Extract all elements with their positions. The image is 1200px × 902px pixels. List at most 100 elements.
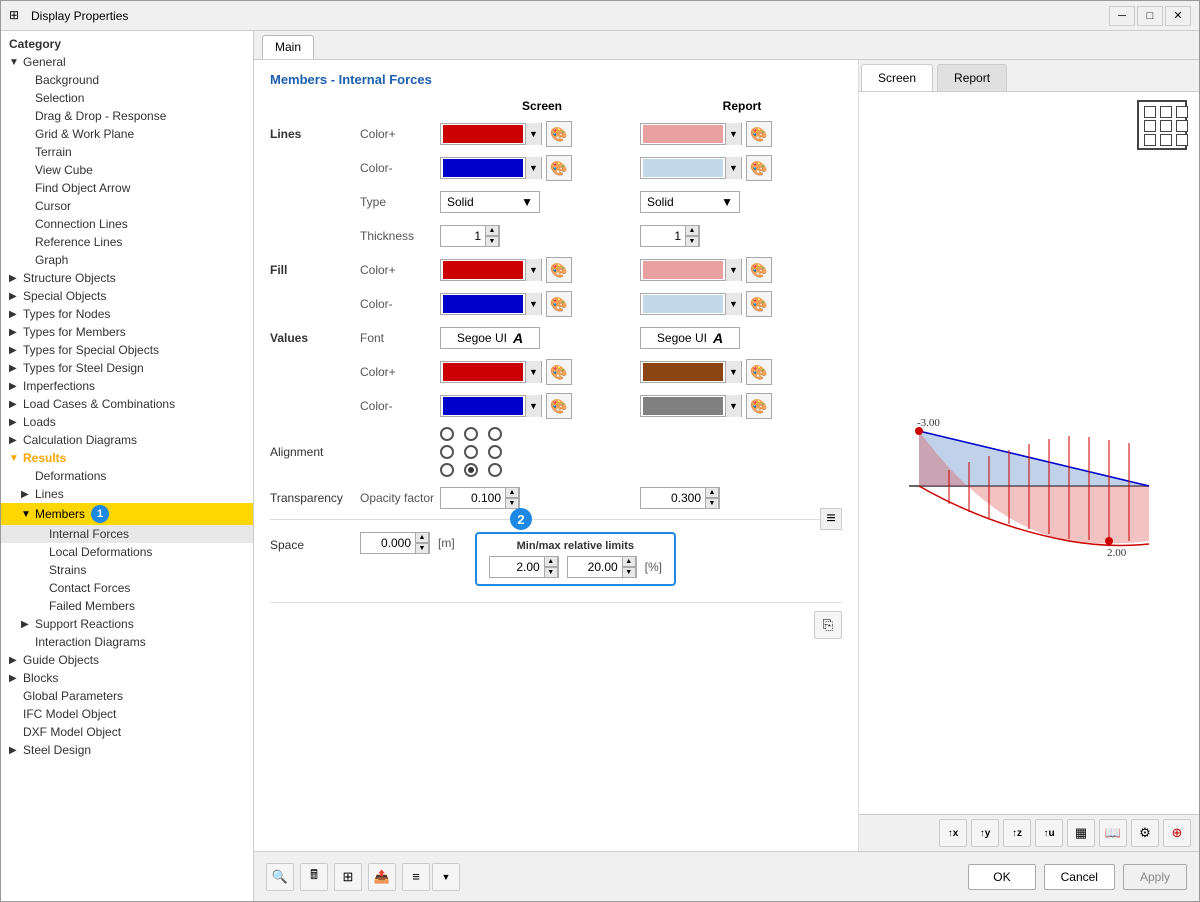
tree-item-failed-members[interactable]: Failed Members <box>1 597 253 615</box>
thickness-screen-input[interactable]: 1 ▲ ▼ <box>440 225 500 247</box>
fill-color-plus-report-picker[interactable]: 🎨 <box>746 257 772 283</box>
lines-color-minus-screen-picker[interactable]: 🎨 <box>546 155 572 181</box>
font-screen-button[interactable]: Segoe UI A <box>440 327 540 349</box>
minimize-button[interactable]: ─ <box>1109 6 1135 26</box>
max-input[interactable]: 20.00 ▲ ▼ <box>567 556 637 578</box>
tree-item-steel-design[interactable]: ▶Steel Design <box>1 741 253 759</box>
dropdown-arrow[interactable]: ▼ <box>725 259 741 281</box>
tree-item-internal-forces[interactable]: Internal Forces <box>1 525 253 543</box>
ok-button[interactable]: OK <box>968 864 1035 890</box>
dropdown-arrow[interactable]: ▼ <box>525 293 541 315</box>
opacity-report-input[interactable]: 0.300 ▲ ▼ <box>640 487 720 509</box>
maximize-button[interactable]: □ <box>1137 6 1163 26</box>
fill-color-minus-report-dropdown[interactable]: ▼ <box>640 293 742 315</box>
values-color-minus-screen-picker[interactable]: 🎨 <box>546 393 572 419</box>
values-color-plus-report-picker[interactable]: 🎨 <box>746 359 772 385</box>
tree-item-selection[interactable]: Selection <box>1 89 253 107</box>
axis-u-button[interactable]: ↑u <box>1035 819 1063 847</box>
lines-color-minus-report-dropdown[interactable]: ▼ <box>640 157 742 179</box>
tree-item-loads[interactable]: ▶Loads <box>1 413 253 431</box>
lines-color-plus-screen-dropdown[interactable]: ▼ <box>440 123 542 145</box>
tree-item-types-special[interactable]: ▶Types for Special Objects <box>1 341 253 359</box>
dropdown-arrow[interactable]: ▼ <box>725 395 741 417</box>
tree-item-global-parameters[interactable]: Global Parameters <box>1 687 253 705</box>
axis-z-button[interactable]: ↑z <box>1003 819 1031 847</box>
tree-item-cursor[interactable]: Cursor <box>1 197 253 215</box>
spin-up[interactable]: ▲ <box>705 487 719 498</box>
dropdown-arrow[interactable]: ▼ <box>725 361 741 383</box>
align-bottom-left[interactable] <box>440 463 454 477</box>
lines-type-screen-dropdown[interactable]: Solid ▼ <box>440 191 540 213</box>
values-color-plus-screen-picker[interactable]: 🎨 <box>546 359 572 385</box>
lines-color-plus-report-picker[interactable]: 🎨 <box>746 121 772 147</box>
spin-up[interactable]: ▲ <box>485 225 499 236</box>
dropdown-arrow[interactable]: ▼ <box>525 123 541 145</box>
spin-down[interactable]: ▼ <box>544 567 558 578</box>
tree-item-local-deformations[interactable]: Local Deformations <box>1 543 253 561</box>
spin-up[interactable]: ▲ <box>505 487 519 498</box>
help-button[interactable]: ⊕ <box>1163 819 1191 847</box>
copy-button[interactable]: ⎘ <box>814 611 842 639</box>
preview-tab-screen[interactable]: Screen <box>861 64 933 91</box>
settings-button[interactable]: ⚙ <box>1131 819 1159 847</box>
tree-item-graph[interactable]: Graph <box>1 251 253 269</box>
lines-color-minus-report-picker[interactable]: 🎨 <box>746 155 772 181</box>
search-button[interactable]: 🔍 <box>266 863 294 891</box>
tree-item-strains[interactable]: Strains <box>1 561 253 579</box>
align-bottom-center[interactable] <box>464 463 478 477</box>
fill-color-plus-report-dropdown[interactable]: ▼ <box>640 259 742 281</box>
tree-item-grid[interactable]: Grid & Work Plane <box>1 125 253 143</box>
render-button[interactable]: ▦ <box>1067 819 1095 847</box>
tree-item-general[interactable]: ▼General <box>1 53 253 71</box>
tree-item-view-cube[interactable]: View Cube <box>1 161 253 179</box>
tree-item-types-nodes[interactable]: ▶Types for Nodes <box>1 305 253 323</box>
table-button[interactable]: ⊞ <box>334 863 362 891</box>
fill-color-minus-screen-picker[interactable]: 🎨 <box>546 291 572 317</box>
cancel-button[interactable]: Cancel <box>1044 864 1115 890</box>
spin-down[interactable]: ▼ <box>685 236 699 247</box>
axis-x-button[interactable]: ↑x <box>939 819 967 847</box>
tree-item-interaction-diagrams[interactable]: Interaction Diagrams <box>1 633 253 651</box>
tree-item-drag-drop[interactable]: Drag & Drop - Response <box>1 107 253 125</box>
tree-item-terrain[interactable]: Terrain <box>1 143 253 161</box>
opacity-screen-input[interactable]: 0.100 ▲ ▼ <box>440 487 520 509</box>
fill-color-minus-screen-dropdown[interactable]: ▼ <box>440 293 542 315</box>
thickness-report-input[interactable]: 1 ▲ ▼ <box>640 225 700 247</box>
lines-type-report-dropdown[interactable]: Solid ▼ <box>640 191 740 213</box>
apply-button[interactable]: Apply <box>1123 864 1187 890</box>
dropdown-arrow[interactable]: ▼ <box>725 123 741 145</box>
fill-color-plus-screen-dropdown[interactable]: ▼ <box>440 259 542 281</box>
spin-down[interactable]: ▼ <box>415 543 429 554</box>
align-middle-left[interactable] <box>440 445 454 459</box>
align-middle-right[interactable] <box>488 445 502 459</box>
tree-item-deformations[interactable]: Deformations <box>1 467 253 485</box>
spin-up[interactable]: ▲ <box>622 556 636 567</box>
align-top-center[interactable] <box>464 427 478 441</box>
calculator-button[interactable]: 🖩 <box>300 863 328 891</box>
dropdown-arrow[interactable]: ▼ <box>725 293 741 315</box>
spin-down[interactable]: ▼ <box>622 567 636 578</box>
fill-color-plus-screen-picker[interactable]: 🎨 <box>546 257 572 283</box>
tree-item-lines[interactable]: ▶Lines <box>1 485 253 503</box>
values-color-plus-screen-dropdown[interactable]: ▼ <box>440 361 542 383</box>
lines-color-plus-screen-picker[interactable]: 🎨 <box>546 121 572 147</box>
dropdown-arrow[interactable]: ▼ <box>525 259 541 281</box>
tree-item-find-object[interactable]: Find Object Arrow <box>1 179 253 197</box>
values-color-plus-report-dropdown[interactable]: ▼ <box>640 361 742 383</box>
dropdown-arrow[interactable]: ▼ <box>525 361 541 383</box>
tree-item-imperfections[interactable]: ▶Imperfections <box>1 377 253 395</box>
preview-tab-report[interactable]: Report <box>937 64 1007 91</box>
min-input[interactable]: 2.00 ▲ ▼ <box>489 556 559 578</box>
mode-arrow[interactable]: ▼ <box>432 863 460 891</box>
tree-item-background[interactable]: Background <box>1 71 253 89</box>
space-input[interactable]: 0.000 ▲ ▼ <box>360 532 430 554</box>
tree-item-structure-objects[interactable]: ▶Structure Objects <box>1 269 253 287</box>
align-top-left[interactable] <box>440 427 454 441</box>
spin-up[interactable]: ▲ <box>415 532 429 543</box>
close-button[interactable]: ✕ <box>1165 6 1191 26</box>
tree-item-dxf-model[interactable]: DXF Model Object <box>1 723 253 741</box>
values-color-minus-report-dropdown[interactable]: ▼ <box>640 395 742 417</box>
lines-color-minus-screen-dropdown[interactable]: ▼ <box>440 157 542 179</box>
export-button[interactable]: 📤 <box>368 863 396 891</box>
tree-item-connection-lines[interactable]: Connection Lines <box>1 215 253 233</box>
